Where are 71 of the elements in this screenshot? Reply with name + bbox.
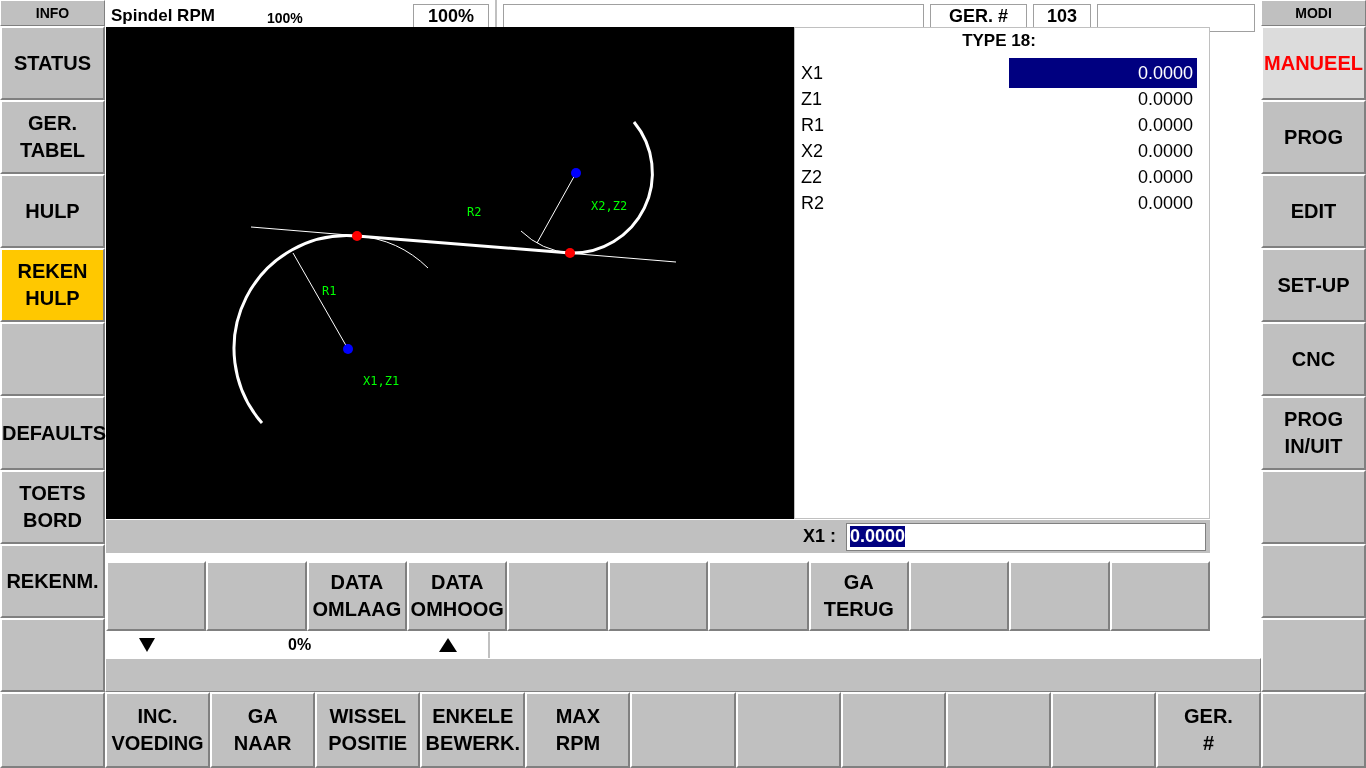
param-name: Z1 bbox=[801, 88, 822, 110]
input-field[interactable]: 0.0000 bbox=[846, 522, 1206, 551]
param-value[interactable]: 0.0000 bbox=[1133, 138, 1197, 164]
blank-key[interactable] bbox=[630, 692, 736, 768]
softkey[interactable]: GER. # bbox=[1155, 692, 1262, 768]
param-value[interactable]: 0.0000 bbox=[1133, 190, 1197, 216]
up-triangle-icon[interactable] bbox=[439, 638, 458, 652]
radius-label: R1 bbox=[322, 284, 337, 298]
blank-key[interactable] bbox=[735, 692, 841, 768]
menu-key[interactable] bbox=[0, 322, 105, 396]
center-point bbox=[571, 168, 581, 178]
param-name: X1 bbox=[801, 62, 824, 84]
blank-key[interactable] bbox=[945, 692, 1051, 768]
mode-key[interactable] bbox=[1261, 470, 1366, 544]
param-value[interactable]: 0.0000 bbox=[1133, 86, 1197, 112]
menu-key[interactable]: REKENM. bbox=[0, 544, 105, 618]
param-name: Z2 bbox=[801, 166, 822, 188]
param-value[interactable]: 0.0000 bbox=[1133, 164, 1197, 190]
blank-key[interactable] bbox=[908, 561, 1010, 631]
param-name: X2 bbox=[801, 140, 824, 162]
blank-key[interactable] bbox=[1009, 561, 1110, 631]
menu-key[interactable]: REKEN HULP bbox=[0, 248, 105, 322]
mode-key[interactable] bbox=[1261, 618, 1366, 692]
softkey[interactable]: WISSEL POSITIE bbox=[315, 692, 421, 768]
mode-key[interactable]: EDIT bbox=[1261, 174, 1366, 248]
panel-header: MODI bbox=[1261, 0, 1366, 26]
blank-key[interactable] bbox=[0, 692, 105, 768]
mode-key[interactable]: CNC bbox=[1261, 322, 1366, 396]
menu-key[interactable]: HULP bbox=[0, 174, 105, 248]
softkey[interactable]: GA TERUG bbox=[808, 561, 909, 631]
softkey[interactable]: MAX RPM bbox=[525, 692, 631, 768]
param-name: R1 bbox=[801, 114, 824, 136]
blank-key[interactable] bbox=[1050, 692, 1156, 768]
spindle-percent: 100% bbox=[267, 9, 304, 26]
mode-key[interactable]: SET-UP bbox=[1261, 248, 1366, 322]
tangent-point bbox=[352, 231, 362, 241]
center-label: X1,Z1 bbox=[363, 374, 400, 388]
menu-key[interactable] bbox=[0, 618, 105, 692]
menu-key[interactable]: TOETS BORD bbox=[0, 470, 105, 544]
menu-key[interactable]: STATUS bbox=[0, 26, 105, 100]
center-label: X2,Z2 bbox=[591, 199, 628, 213]
softkey[interactable]: DATA OMLAAG bbox=[306, 561, 408, 631]
panel-header: INFO bbox=[0, 0, 105, 26]
down-triangle-icon[interactable] bbox=[139, 638, 155, 652]
menu-key[interactable]: GER. TABEL bbox=[0, 100, 105, 174]
radius-label: R2 bbox=[467, 205, 482, 219]
blank-key[interactable] bbox=[607, 561, 709, 631]
blank-key[interactable] bbox=[708, 561, 809, 631]
tangent-point bbox=[565, 248, 575, 258]
softkey[interactable]: ENKELE BEWERK. bbox=[420, 692, 526, 768]
mode-key[interactable]: PROG IN/UIT bbox=[1261, 396, 1366, 470]
param-value[interactable]: 0.0000 bbox=[1133, 112, 1197, 138]
param-name: R2 bbox=[801, 192, 824, 214]
blank-key[interactable] bbox=[840, 692, 946, 768]
mode-key[interactable] bbox=[1261, 544, 1366, 618]
blank-key[interactable] bbox=[206, 561, 307, 631]
center-point bbox=[343, 344, 353, 354]
mode-key[interactable]: PROG bbox=[1261, 100, 1366, 174]
feed-percent: 0% bbox=[288, 636, 312, 654]
softkey[interactable]: GA NAAR bbox=[210, 692, 316, 768]
softkey[interactable]: INC. VOEDING bbox=[105, 692, 211, 768]
blank-key[interactable] bbox=[106, 561, 207, 631]
spindle-label: Spindel RPM bbox=[111, 5, 216, 26]
blank-key[interactable] bbox=[1261, 692, 1366, 768]
blank-key[interactable] bbox=[507, 561, 608, 631]
dialog-title: TYPE 18: bbox=[961, 30, 1037, 52]
blank-key[interactable] bbox=[1109, 561, 1210, 631]
menu-key[interactable]: DEFAULTS bbox=[0, 396, 105, 470]
softkey[interactable]: DATA OMHOOG bbox=[407, 561, 508, 631]
input-label: X1 : bbox=[803, 526, 836, 547]
param-value[interactable]: 0.0000 bbox=[1009, 58, 1197, 88]
